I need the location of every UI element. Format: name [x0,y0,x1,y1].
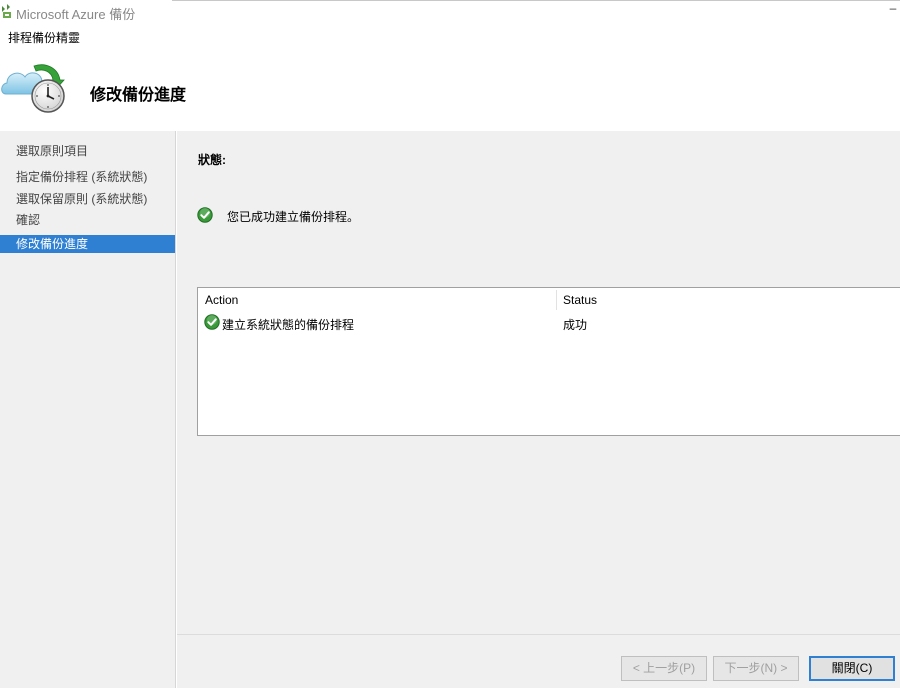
next-button[interactable]: 下一步(N) > [713,656,799,681]
previous-button[interactable]: < 上一步(P) [621,656,707,681]
row-action-text: 建立系統狀態的備份排程 [222,318,355,332]
status-message: 您已成功建立備份排程。 [227,210,360,224]
nav-step-select-policy-items[interactable]: 選取原則項目 [0,142,175,160]
wizard-content: 狀態: 您已成功建立備份排程。 Action Status 建立系統狀態的備份排… [177,131,900,634]
status-label: 狀態: [198,153,226,167]
nav-step-modify-progress[interactable]: 修改備份進度 [0,235,175,253]
column-divider[interactable] [556,290,557,310]
page-title: 修改備份進度 [90,87,187,104]
column-header-status[interactable]: Status [563,293,597,307]
title-bar: Microsoft Azure 備份 – [0,0,900,22]
table-row[interactable]: 建立系統狀態的備份排程 成功 [198,312,900,334]
nav-step-confirm[interactable]: 確認 [0,211,175,229]
nav-step-select-retention[interactable]: 選取保留原則 (系統狀態) [0,190,175,208]
title-bar-border [172,0,900,1]
row-action-cell: 建立系統狀態的備份排程 [204,314,355,332]
cloud-backup-clock-icon [1,64,65,113]
results-table: Action Status 建立系統狀態的備份排程 成功 [197,287,900,436]
success-check-icon [197,207,213,223]
wizard-steps-sidebar: 選取原則項目 指定備份排程 (系統狀態) 選取保留原則 (系統狀態) 確認 修改… [0,131,176,688]
nav-step-specify-schedule[interactable]: 指定備份排程 (系統狀態) [0,168,175,186]
azure-backup-icon [2,4,11,18]
success-check-icon [204,314,220,330]
row-status-cell: 成功 [563,318,588,332]
column-header-action[interactable]: Action [205,293,238,307]
status-message-row: 您已成功建立備份排程。 [197,207,359,225]
wizard-footer: < 上一步(P) 下一步(N) > 關閉(C) [177,634,900,688]
table-header: Action Status [198,288,900,312]
window-title: Microsoft Azure 備份 [16,7,136,22]
minimize-button[interactable]: – [886,0,900,20]
wizard-title: 排程備份精靈 [8,31,81,45]
close-button[interactable]: 關閉(C) [809,656,895,681]
